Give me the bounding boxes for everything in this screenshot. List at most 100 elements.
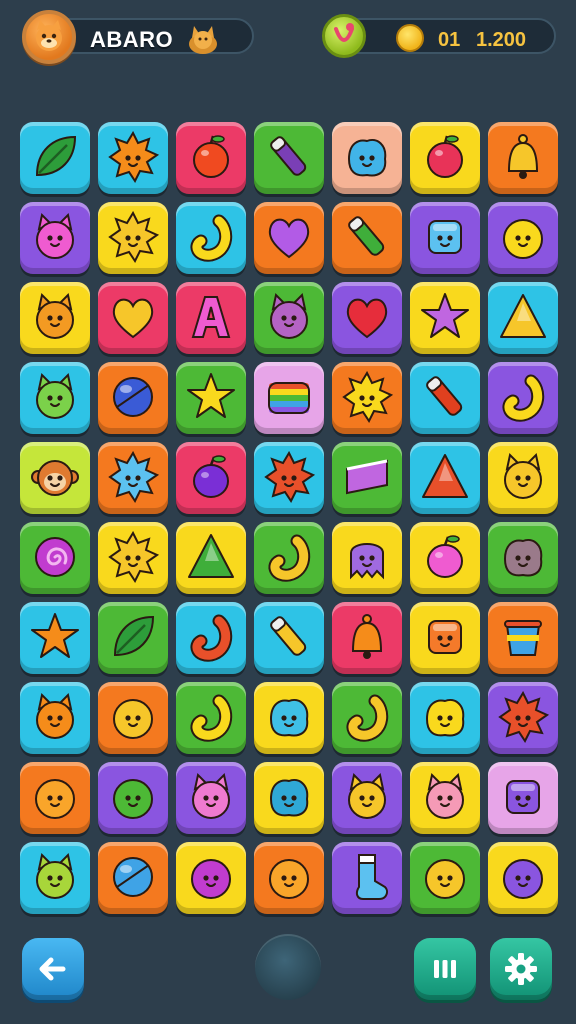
tile-sun[interactable] [488, 682, 558, 754]
tile-leaf[interactable] [20, 122, 90, 194]
tile-hook[interactable] [488, 362, 558, 434]
hook-icon [268, 534, 311, 582]
tile-hook[interactable] [176, 202, 246, 274]
tile-cat[interactable] [176, 762, 246, 834]
bell-icon [351, 614, 383, 659]
tile-plum[interactable] [410, 522, 480, 594]
pause-button[interactable] [414, 938, 476, 1000]
sun-icon [342, 371, 393, 423]
bucket-icon [504, 620, 542, 656]
center-orb-button[interactable] [255, 934, 321, 1000]
tile-cat[interactable] [332, 762, 402, 834]
cat-icon [504, 452, 542, 499]
tile-stick[interactable] [410, 362, 480, 434]
face-icon [35, 779, 75, 819]
stick-icon [348, 216, 385, 256]
tile-hook[interactable] [254, 522, 324, 594]
tile-face[interactable] [410, 842, 480, 914]
sun-icon [498, 691, 549, 743]
tile-sun[interactable] [332, 362, 402, 434]
tile-blob[interactable] [254, 682, 324, 754]
ball-icon [113, 377, 153, 417]
cat-icon [36, 292, 74, 339]
tile-cat[interactable] [20, 842, 90, 914]
tile-cat[interactable] [488, 442, 558, 514]
tile-sun[interactable] [98, 202, 168, 274]
tile-heart[interactable] [254, 202, 324, 274]
tile-cat[interactable] [254, 282, 324, 354]
tile-hook[interactable] [332, 682, 402, 754]
sun-icon [264, 451, 315, 503]
player-avatar-icon[interactable] [22, 10, 76, 64]
tile-sock[interactable] [332, 842, 402, 914]
tile-stick[interactable] [254, 122, 324, 194]
tile-letter-a[interactable] [176, 282, 246, 354]
tile-face[interactable] [20, 762, 90, 834]
sun-icon [108, 451, 159, 503]
tile-cat[interactable] [20, 682, 90, 754]
cat-icon [36, 372, 74, 419]
tile-face[interactable] [488, 842, 558, 914]
tile-cat[interactable] [20, 202, 90, 274]
tile-face[interactable] [254, 842, 324, 914]
tile-blob[interactable] [410, 682, 480, 754]
tile-heart[interactable] [98, 282, 168, 354]
tile-drum[interactable] [332, 442, 402, 514]
tile-plum[interactable] [176, 442, 246, 514]
tile-triangle[interactable] [488, 282, 558, 354]
booster-icon[interactable] [322, 14, 366, 58]
tile-swirl[interactable] [20, 522, 90, 594]
tile-triangle[interactable] [176, 522, 246, 594]
tile-hook[interactable] [176, 682, 246, 754]
tile-bucket[interactable] [488, 602, 558, 674]
tile-blob[interactable] [488, 522, 558, 594]
tile-face[interactable] [98, 682, 168, 754]
hook-icon [190, 214, 233, 262]
coin-count: 1.200 [476, 29, 527, 51]
tile-blob[interactable] [254, 762, 324, 834]
tile-blob[interactable] [332, 122, 402, 194]
tile-star[interactable] [20, 602, 90, 674]
tile-monster[interactable] [332, 522, 402, 594]
tile-cat[interactable] [20, 282, 90, 354]
tile-cat[interactable] [410, 762, 480, 834]
tile-cube[interactable] [488, 762, 558, 834]
heart-icon [346, 298, 388, 339]
tile-face[interactable] [488, 202, 558, 274]
tile-star[interactable] [176, 362, 246, 434]
tile-face[interactable] [98, 762, 168, 834]
tile-stick[interactable] [254, 602, 324, 674]
tile-stick[interactable] [332, 202, 402, 274]
tile-star[interactable] [410, 282, 480, 354]
tile-rainbow[interactable] [254, 362, 324, 434]
tile-leaf[interactable] [98, 602, 168, 674]
tile-heart[interactable] [332, 282, 402, 354]
tile-face[interactable] [176, 842, 246, 914]
tile-hook[interactable] [176, 602, 246, 674]
tile-cube[interactable] [410, 202, 480, 274]
hook-icon [502, 374, 545, 422]
tile-apple[interactable] [176, 122, 246, 194]
blob-icon [269, 779, 309, 817]
tile-bell[interactable] [332, 602, 402, 674]
tile-monkey[interactable] [20, 442, 90, 514]
back-button[interactable] [22, 938, 84, 1000]
tile-sun[interactable] [254, 442, 324, 514]
tile-cube[interactable] [410, 602, 480, 674]
plum-icon [427, 535, 463, 578]
tile-cat[interactable] [20, 362, 90, 434]
settings-button[interactable] [490, 938, 552, 1000]
tile-ball[interactable] [98, 842, 168, 914]
tile-apple[interactable] [410, 122, 480, 194]
tile-sun[interactable] [98, 442, 168, 514]
tile-sun[interactable] [98, 122, 168, 194]
tile-triangle[interactable] [410, 442, 480, 514]
pause-icon [434, 960, 456, 978]
star-icon [31, 613, 79, 658]
tile-ball[interactable] [98, 362, 168, 434]
game-board [20, 122, 560, 914]
triangle-icon [500, 294, 546, 338]
tile-bell[interactable] [488, 122, 558, 194]
hook-icon [190, 614, 233, 662]
tile-sun[interactable] [98, 522, 168, 594]
